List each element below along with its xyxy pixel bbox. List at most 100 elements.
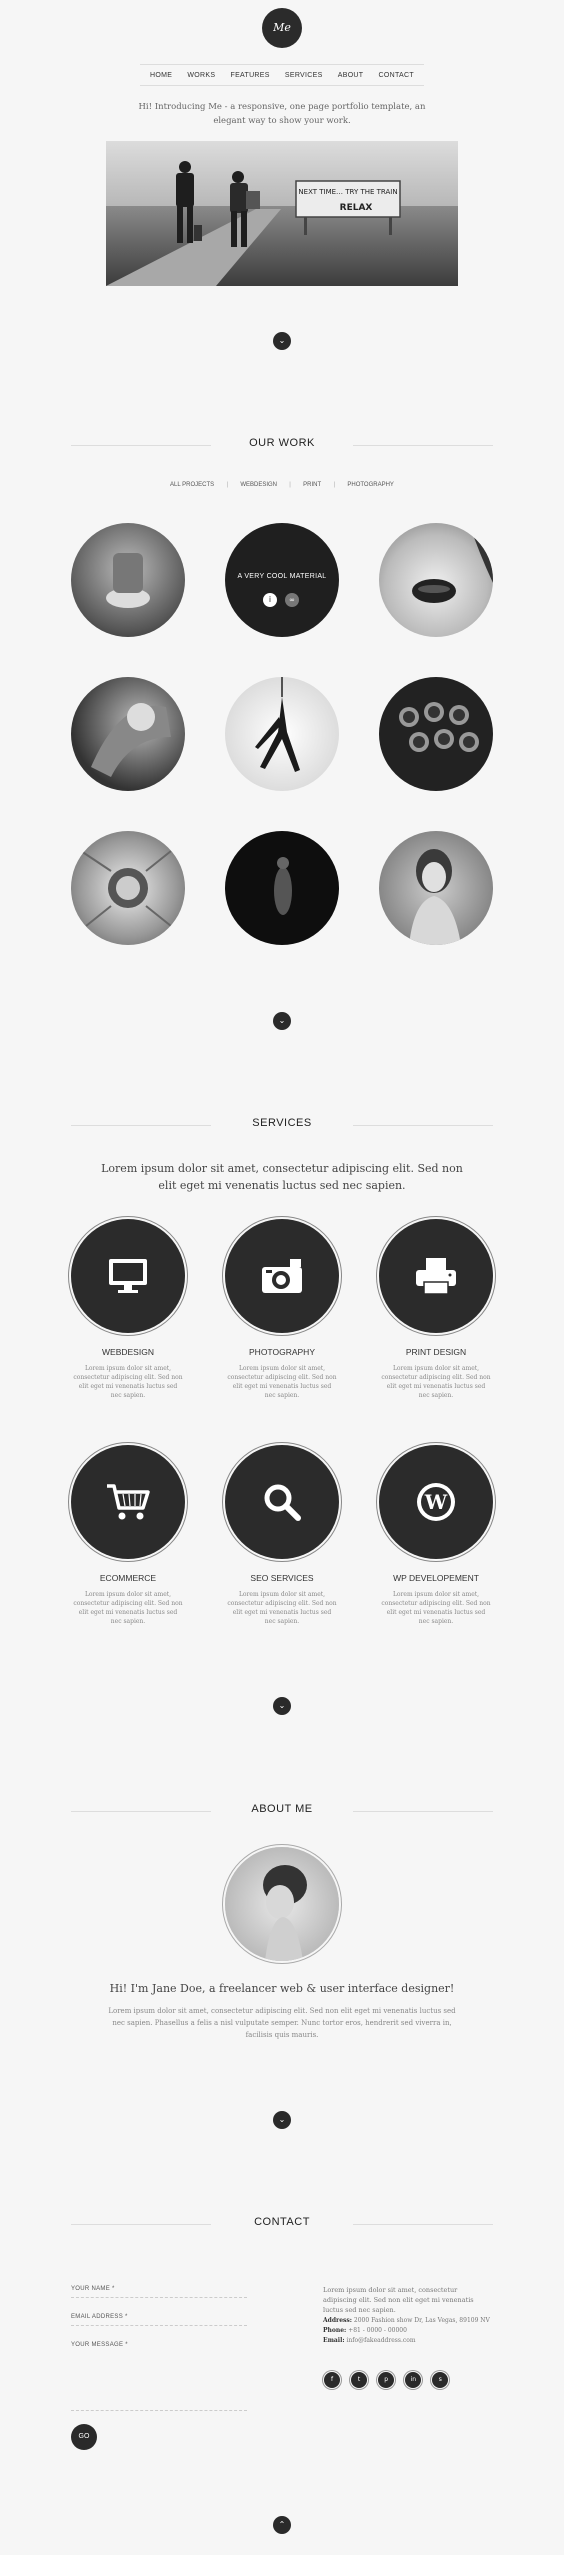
pinterest-icon[interactable]: p	[378, 2372, 395, 2388]
filter-photography[interactable]: PHOTOGRAPHY	[347, 482, 394, 488]
chevron-down-icon: ⌄	[278, 336, 286, 345]
divider	[353, 445, 493, 446]
billboard-line-1: NEXT TIME… TRY THE TRAIN	[298, 188, 397, 196]
service-title: ECOMMERCE	[99, 1573, 157, 1583]
email-field[interactable]	[71, 2325, 247, 2326]
nav-services[interactable]: SERVICES	[285, 72, 323, 79]
filter-separator: |	[333, 482, 336, 488]
chevron-down-icon: ⌄	[278, 2115, 286, 2124]
nav-contact[interactable]: CONTACT	[379, 72, 414, 79]
scroll-top-button[interactable]: ⌃	[273, 2516, 291, 2534]
scroll-down-button[interactable]: ⌄	[273, 2111, 291, 2129]
email-value[interactable]: info@fakeaddress.com	[347, 2337, 416, 2344]
filter-all-projects[interactable]: ALL PROJECTS	[170, 482, 214, 488]
search-icon	[264, 1484, 301, 1521]
logo[interactable]: Me	[262, 8, 302, 48]
service-photography[interactable]	[225, 1219, 339, 1333]
name-label: YOUR NAME *	[71, 2286, 115, 2292]
service-title: WP DEVELOPEMENT	[393, 1573, 479, 1583]
linkedin-icon[interactable]: in	[405, 2372, 422, 2388]
service-seo[interactable]	[225, 1445, 339, 1559]
chevron-up-icon: ⌃	[278, 2520, 286, 2529]
hero-image: NEXT TIME… TRY THE TRAIN RELAX	[106, 141, 458, 286]
social-links: f t p in s	[324, 2366, 454, 2388]
contact-text: Lorem ipsum dolor sit amet, consectetur …	[323, 2286, 474, 2314]
scroll-down-button[interactable]: ⌄	[273, 1012, 291, 1030]
service-wp-development[interactable]: W	[379, 1445, 493, 1559]
portfolio-item[interactable]	[71, 677, 185, 791]
skype-icon[interactable]: s	[432, 2372, 449, 2388]
service-title: PRINT DESIGN	[405, 1347, 467, 1357]
work-section-header: OUR WORK	[71, 437, 493, 453]
section-title: SERVICES	[252, 1117, 312, 1129]
about-text: Lorem ipsum dolor sit amet, consectetur …	[108, 2007, 456, 2039]
chevron-down-icon: ⌄	[278, 1701, 286, 1710]
submit-button[interactable]: GO	[71, 2424, 97, 2450]
portfolio-item-hover[interactable]: A VERY COOL MATERIAL i ∞	[225, 523, 339, 637]
portfolio-item[interactable]	[379, 831, 493, 945]
nav-works[interactable]: WORKS	[187, 72, 215, 79]
facebook-icon[interactable]: f	[324, 2372, 340, 2388]
message-label: YOUR MESSAGE *	[71, 2342, 128, 2348]
address-row: Address: 2000 Fashion show Dr, Las Vegas…	[323, 2316, 493, 2326]
service-webdesign[interactable]	[71, 1219, 185, 1333]
profile-photo	[225, 1847, 339, 1961]
nav-features[interactable]: FEATURES	[231, 72, 270, 79]
svg-text:W: W	[424, 1490, 448, 1514]
section-title: ABOUT ME	[251, 1803, 313, 1815]
phone-value: +81 - 0000 - 00000	[348, 2327, 407, 2334]
contact-details: Address: 2000 Fashion show Dr, Las Vegas…	[323, 2316, 493, 2346]
services-lead: Lorem ipsum dolor sit amet, consectetur …	[101, 1162, 463, 1192]
info-icon[interactable]: i	[263, 593, 277, 607]
portfolio-item[interactable]	[225, 831, 339, 945]
section-title: OUR WORK	[249, 437, 315, 449]
main-nav: HOME WORKS FEATURES SERVICES ABOUT CONTA…	[140, 64, 424, 86]
filter-print[interactable]: PRINT	[303, 482, 321, 488]
filter-separator: |	[226, 482, 228, 488]
portfolio-item[interactable]	[71, 831, 185, 945]
chevron-down-icon: ⌄	[278, 1016, 286, 1025]
message-field[interactable]	[71, 2410, 247, 2411]
portfolio-item[interactable]	[71, 523, 185, 637]
address-value: 2000 Fashion show Dr, Las Vegas, 89109 N…	[353, 2317, 490, 2324]
divider	[353, 1811, 493, 1812]
link-icon[interactable]: ∞	[285, 593, 299, 607]
services-section-header: SERVICES	[71, 1117, 493, 1133]
filter-webdesign[interactable]: WEBDESIGN	[240, 482, 277, 488]
address-label: Address:	[323, 2317, 352, 2324]
name-field[interactable]	[71, 2297, 247, 2298]
cart-icon	[107, 1484, 150, 1520]
nav-about[interactable]: ABOUT	[338, 72, 364, 79]
scroll-down-button[interactable]: ⌄	[273, 332, 291, 350]
service-description: Lorem ipsum dolor sit amet, consectetur …	[381, 1591, 491, 1625]
email-label-text: Email:	[323, 2337, 345, 2344]
email-label: EMAIL ADDRESS *	[71, 2314, 128, 2320]
divider	[353, 2224, 493, 2225]
about-section-header: ABOUT ME	[71, 1803, 493, 1819]
printer-icon	[416, 1258, 456, 1295]
phone-row: Phone: +81 - 0000 - 00000	[323, 2326, 493, 2336]
filter-separator: |	[289, 482, 291, 488]
section-title: CONTACT	[254, 2216, 310, 2228]
portfolio-item[interactable]	[225, 677, 339, 791]
nav-home[interactable]: HOME	[150, 72, 172, 79]
twitter-icon[interactable]: t	[351, 2372, 368, 2388]
contact-section-header: CONTACT	[71, 2216, 493, 2232]
phone-label: Phone:	[323, 2327, 347, 2334]
service-ecommerce[interactable]	[71, 1445, 185, 1559]
service-title: SEO SERVICES	[250, 1573, 314, 1583]
portfolio-hover-label: A VERY COOL MATERIAL	[237, 573, 327, 580]
portfolio-item[interactable]	[379, 523, 493, 637]
service-title: PHOTOGRAPHY	[249, 1347, 315, 1357]
billboard-line-2: RELAX	[340, 203, 373, 213]
monitor-icon	[109, 1259, 147, 1293]
service-description: Lorem ipsum dolor sit amet, consectetur …	[227, 1365, 337, 1399]
about-headline: Hi! I'm Jane Doe, a freelancer web & use…	[109, 1982, 455, 1995]
divider	[353, 1125, 493, 1126]
service-title: WEBDESIGN	[102, 1347, 154, 1357]
portfolio-item[interactable]	[379, 677, 493, 791]
scroll-down-button[interactable]: ⌄	[273, 1697, 291, 1715]
service-print-design[interactable]	[379, 1219, 493, 1333]
email-row: Email: info@fakeaddress.com	[323, 2336, 493, 2346]
work-filters: ALL PROJECTS | WEBDESIGN | PRINT | PHOTO…	[170, 482, 394, 488]
